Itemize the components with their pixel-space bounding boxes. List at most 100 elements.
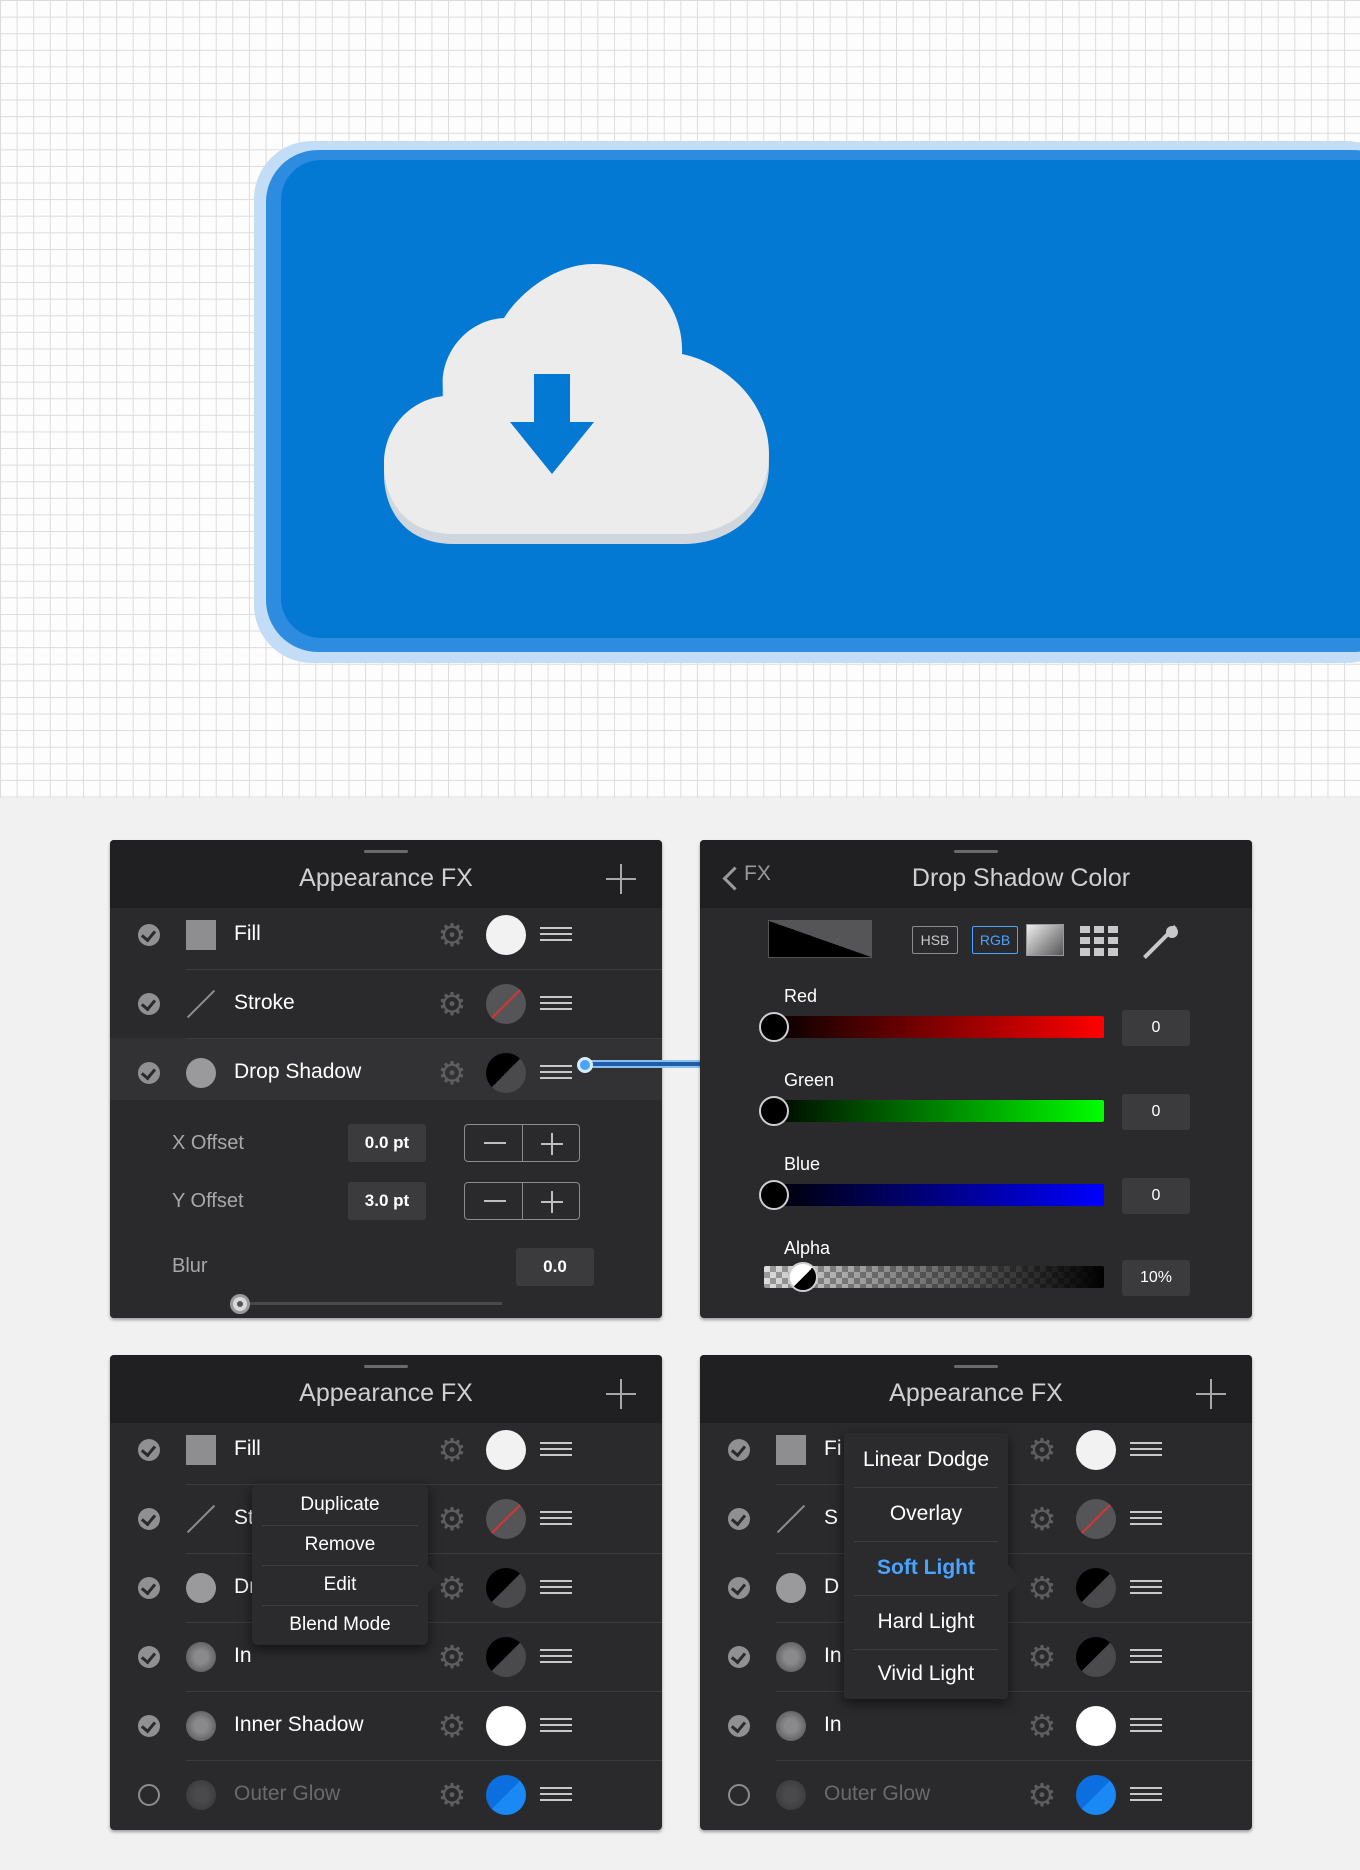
rgb-mode-button[interactable]: RGB xyxy=(972,926,1018,954)
shadow-color-swatch[interactable] xyxy=(486,1053,526,1093)
color-swatch[interactable] xyxy=(1076,1430,1116,1470)
green-slider[interactable] xyxy=(764,1100,1104,1122)
color-swatch[interactable] xyxy=(1076,1775,1116,1815)
blend-soft-light[interactable]: Soft Light xyxy=(844,1541,1008,1595)
blur-slider-track[interactable] xyxy=(240,1302,502,1305)
fx-row[interactable]: Fill ⚙ xyxy=(110,1415,662,1484)
x-offset-stepper[interactable] xyxy=(464,1124,580,1162)
gear-icon[interactable]: ⚙ xyxy=(436,1779,468,1811)
gear-icon[interactable]: ⚙ xyxy=(436,1057,468,1089)
hsb-mode-button[interactable]: HSB xyxy=(912,926,958,954)
check-icon[interactable] xyxy=(138,993,160,1015)
gear-icon[interactable]: ⚙ xyxy=(1026,1503,1058,1535)
eyedropper-icon[interactable] xyxy=(1140,922,1180,962)
gear-icon[interactable]: ⚙ xyxy=(1026,1434,1058,1466)
check-icon[interactable] xyxy=(728,1715,750,1737)
check-icon[interactable] xyxy=(138,1508,160,1530)
plus-icon[interactable] xyxy=(541,1191,563,1213)
blur-slider-knob[interactable] xyxy=(230,1294,250,1314)
reorder-icon[interactable] xyxy=(1130,1718,1162,1732)
gear-icon[interactable]: ⚙ xyxy=(436,919,468,951)
fx-row-stroke[interactable]: Stroke ⚙ xyxy=(110,969,662,1038)
gear-icon[interactable]: ⚙ xyxy=(436,1641,468,1673)
menu-item-edit[interactable]: Edit xyxy=(252,1565,428,1605)
no-color-swatch[interactable] xyxy=(486,984,526,1024)
check-icon[interactable] xyxy=(728,1439,750,1461)
gear-icon[interactable]: ⚙ xyxy=(436,1710,468,1742)
back-label[interactable]: FX xyxy=(744,862,771,886)
color-swatch[interactable] xyxy=(486,1706,526,1746)
reorder-icon[interactable] xyxy=(540,1580,572,1594)
drag-handle[interactable] xyxy=(954,850,998,853)
gear-icon[interactable]: ⚙ xyxy=(1026,1710,1058,1742)
color-swatch[interactable] xyxy=(486,1430,526,1470)
fx-row[interactable]: In ⚙ xyxy=(700,1691,1252,1760)
add-effect-icon[interactable] xyxy=(606,864,636,894)
check-icon[interactable] xyxy=(138,924,160,946)
add-effect-icon[interactable] xyxy=(606,1379,636,1409)
red-slider[interactable] xyxy=(764,1016,1104,1038)
check-icon[interactable] xyxy=(138,1439,160,1461)
color-swatch[interactable] xyxy=(486,1568,526,1608)
alpha-value-field[interactable]: 10% xyxy=(1122,1260,1190,1296)
gear-icon[interactable]: ⚙ xyxy=(1026,1779,1058,1811)
blur-field[interactable]: 0.0 xyxy=(516,1248,594,1286)
check-icon[interactable] xyxy=(138,1062,160,1084)
drag-handle[interactable] xyxy=(954,1365,998,1368)
gear-icon[interactable]: ⚙ xyxy=(436,988,468,1020)
blue-value-field[interactable]: 0 xyxy=(1122,1178,1190,1214)
reorder-icon[interactable] xyxy=(1130,1511,1162,1525)
check-icon[interactable] xyxy=(728,1646,750,1668)
color-swatch[interactable] xyxy=(486,1775,526,1815)
plus-icon[interactable] xyxy=(541,1133,563,1155)
blend-vivid-light[interactable]: Vivid Light xyxy=(844,1649,1008,1699)
reorder-icon[interactable] xyxy=(540,1442,572,1456)
check-icon[interactable] xyxy=(138,1646,160,1668)
reorder-icon[interactable] xyxy=(1130,1787,1162,1801)
no-color-swatch[interactable] xyxy=(486,1499,526,1539)
color-swatch[interactable] xyxy=(486,1637,526,1677)
gear-icon[interactable]: ⚙ xyxy=(1026,1641,1058,1673)
y-offset-field[interactable]: 3.0 pt xyxy=(348,1182,426,1220)
gear-icon[interactable]: ⚙ xyxy=(1026,1572,1058,1604)
add-effect-icon[interactable] xyxy=(1196,1379,1226,1409)
reorder-icon[interactable] xyxy=(540,1065,572,1079)
alpha-slider-knob[interactable] xyxy=(788,1262,818,1292)
fx-row-drop-shadow[interactable]: Drop Shadow ⚙ xyxy=(110,1038,662,1107)
menu-item-remove[interactable]: Remove xyxy=(252,1525,428,1565)
minus-icon[interactable] xyxy=(484,1142,506,1144)
reorder-icon[interactable] xyxy=(1130,1580,1162,1594)
gear-icon[interactable]: ⚙ xyxy=(436,1503,468,1535)
no-color-swatch[interactable] xyxy=(1076,1499,1116,1539)
reorder-icon[interactable] xyxy=(540,996,572,1010)
color-swatch[interactable] xyxy=(1076,1706,1116,1746)
reorder-icon[interactable] xyxy=(540,1718,572,1732)
check-icon[interactable] xyxy=(138,1577,160,1599)
swatches-grid-icon[interactable] xyxy=(1080,926,1118,956)
check-icon[interactable] xyxy=(138,1715,160,1737)
reorder-icon[interactable] xyxy=(540,1787,572,1801)
red-slider-knob[interactable] xyxy=(759,1012,789,1042)
color-swatch[interactable] xyxy=(1076,1568,1116,1608)
y-offset-stepper[interactable] xyxy=(464,1182,580,1220)
blue-slider-knob[interactable] xyxy=(759,1180,789,1210)
green-slider-knob[interactable] xyxy=(759,1096,789,1126)
menu-item-blend-mode[interactable]: Blend Mode xyxy=(252,1605,428,1645)
check-icon[interactable] xyxy=(728,1577,750,1599)
reorder-icon[interactable] xyxy=(540,1649,572,1663)
unchecked-circle-icon[interactable] xyxy=(138,1784,160,1806)
color-swatch[interactable] xyxy=(486,915,526,955)
drag-handle[interactable] xyxy=(364,850,408,853)
minus-icon[interactable] xyxy=(484,1200,506,1202)
reorder-icon[interactable] xyxy=(1130,1442,1162,1456)
unchecked-circle-icon[interactable] xyxy=(728,1784,750,1806)
check-icon[interactable] xyxy=(728,1508,750,1530)
blend-linear-dodge[interactable]: Linear Dodge xyxy=(844,1433,1008,1487)
reorder-icon[interactable] xyxy=(540,1511,572,1525)
gradient-mode-icon[interactable] xyxy=(1026,924,1064,956)
drag-handle[interactable] xyxy=(364,1365,408,1368)
blue-slider[interactable] xyxy=(764,1184,1104,1206)
menu-item-duplicate[interactable]: Duplicate xyxy=(252,1485,428,1525)
blend-hard-light[interactable]: Hard Light xyxy=(844,1595,1008,1649)
reorder-icon[interactable] xyxy=(1130,1649,1162,1663)
